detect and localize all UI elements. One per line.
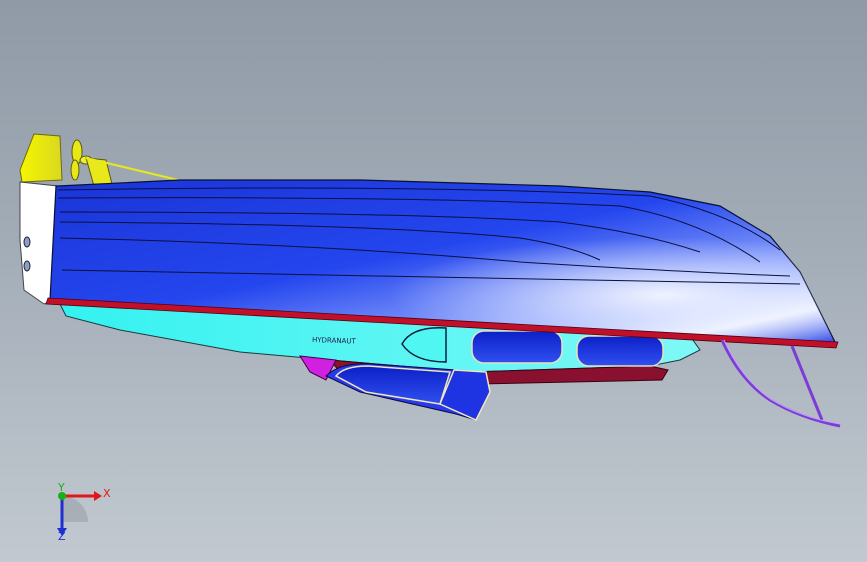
rudder[interactable] <box>19 133 63 183</box>
hull-lettering: HYDRANAUT <box>312 336 357 346</box>
triad-shadow <box>62 496 88 522</box>
coordinate-triad: X Y Z <box>44 482 124 552</box>
cabin-window-1[interactable] <box>471 330 563 364</box>
triad-graphic <box>57 491 102 536</box>
bow-rail[interactable] <box>720 339 841 428</box>
propeller-strut[interactable] <box>85 157 113 187</box>
x-axis-arrowhead <box>94 491 102 501</box>
x-axis-label: X <box>103 487 111 500</box>
bow-rail-highlight <box>723 339 841 425</box>
exhaust-port-2[interactable] <box>23 260 31 272</box>
cabin-window-2[interactable] <box>576 335 664 367</box>
y-axis-label: Y <box>58 481 65 494</box>
z-axis-label: Z <box>58 530 66 543</box>
graphics-viewport[interactable]: HYDRANAUT <box>0 0 867 562</box>
exhaust-port-1[interactable] <box>23 236 31 248</box>
